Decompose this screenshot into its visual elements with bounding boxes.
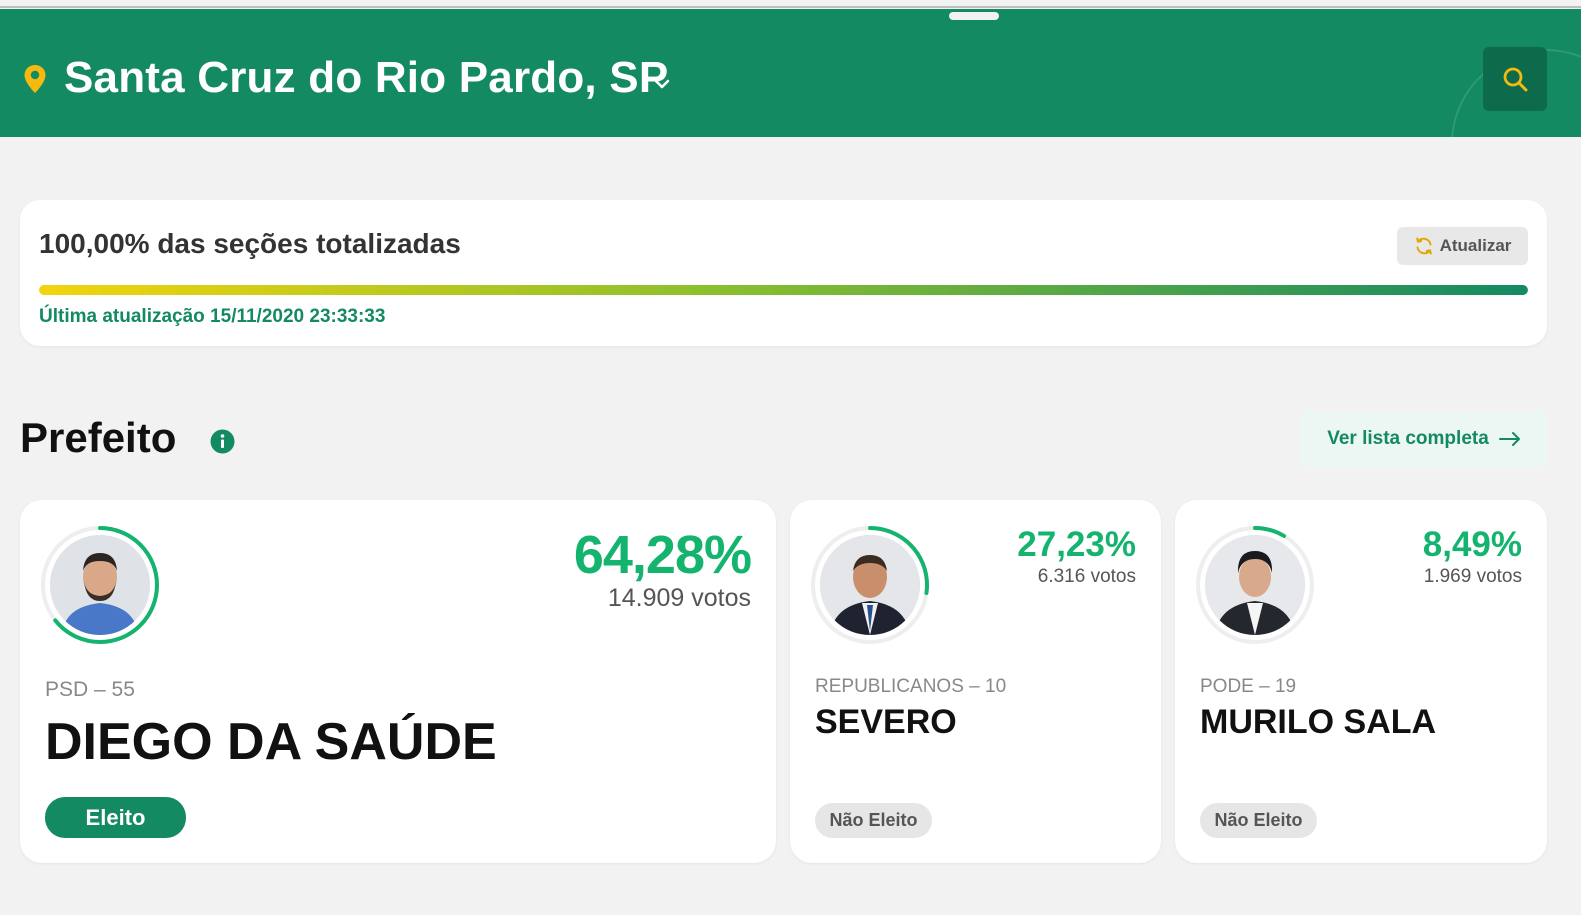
city-selector[interactable]: Santa Cruz do Rio Pardo, SP <box>64 53 668 103</box>
status-badge: Não Eleito <box>1200 803 1317 838</box>
refresh-button[interactable]: Atualizar <box>1397 227 1528 265</box>
refresh-icon <box>1415 237 1432 255</box>
vote-percentage: 8,49% <box>1422 525 1522 564</box>
candidate-card[interactable]: 64,28% 14.909 votos PSD – 55 DIEGO DA SA… <box>20 500 776 863</box>
candidate-avatar <box>1195 525 1315 645</box>
chevron-down-icon[interactable] <box>652 77 672 91</box>
vote-count: 1.969 votos <box>1423 566 1522 587</box>
totalization-status-card: 100,00% das seções totalizadas Atualizar… <box>20 200 1547 346</box>
candidate-name: MURILO SALA <box>1200 703 1437 741</box>
candidate-avatar <box>40 525 160 645</box>
refresh-label: Atualizar <box>1439 236 1512 255</box>
search-button[interactable] <box>1483 47 1547 111</box>
totalization-progress-bar <box>39 285 1528 295</box>
totalization-progress-fill <box>39 285 1528 295</box>
see-full-list-button[interactable]: Ver lista completa <box>1301 411 1547 467</box>
candidate-card[interactable]: 8,49% 1.969 votos PODE – 19 MURILO SALA … <box>1175 500 1547 863</box>
candidate-photo <box>820 535 920 635</box>
arrow-right-icon <box>1498 432 1520 446</box>
party-number: PODE – 19 <box>1200 676 1297 697</box>
vote-percentage: 64,28% <box>573 525 752 585</box>
candidate-name: SEVERO <box>815 703 957 741</box>
candidate-photo <box>50 535 150 635</box>
status-badge: Não Eleito <box>815 803 932 838</box>
party-number: PSD – 55 <box>45 678 135 701</box>
search-icon <box>1503 67 1528 92</box>
last-update-text: Última atualização 15/11/2020 23:33:33 <box>39 306 386 327</box>
section-title: Prefeito <box>20 414 177 461</box>
status-badge: Eleito <box>45 797 186 838</box>
vote-count: 14.909 votos <box>607 584 751 612</box>
candidate-avatar <box>810 525 930 645</box>
app-header: Santa Cruz do Rio Pardo, SP <box>0 9 1581 137</box>
candidate-photo <box>1205 535 1305 635</box>
candidate-card[interactable]: 27,23% 6.316 votos REPUBLICANOS – 10 SEV… <box>790 500 1161 863</box>
vote-count: 6.316 votos <box>1037 566 1136 587</box>
map-pin-icon <box>24 65 46 93</box>
drag-handle[interactable] <box>949 12 999 20</box>
candidate-name: DIEGO DA SAÚDE <box>45 713 497 771</box>
totalization-title: 100,00% das seções totalizadas <box>39 228 461 259</box>
vote-percentage: 27,23% <box>1017 525 1136 564</box>
party-number: REPUBLICANOS – 10 <box>815 676 1007 697</box>
see-full-list-label: Ver lista completa <box>1327 428 1489 449</box>
browser-top-edge <box>0 0 1581 8</box>
info-icon[interactable] <box>210 429 235 454</box>
